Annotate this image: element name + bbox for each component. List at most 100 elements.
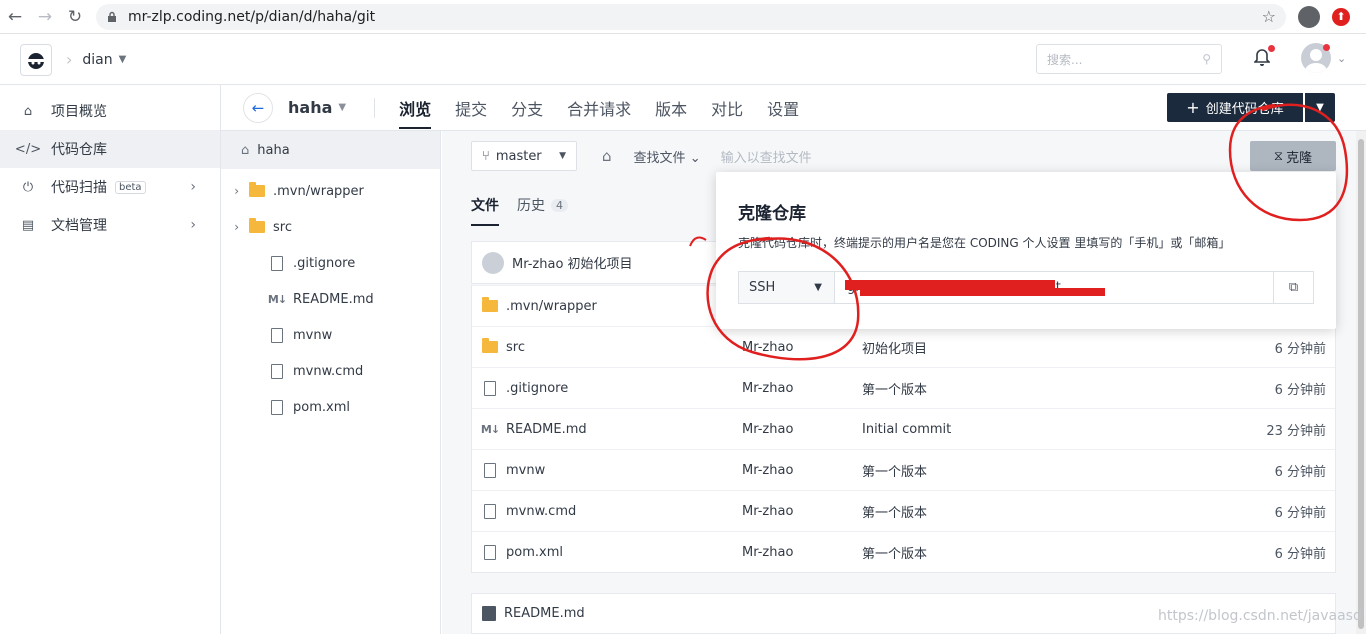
file-tabs: 文件 历史 4 — [471, 195, 568, 226]
lock-icon — [108, 11, 116, 22]
tree-node[interactable]: › src — [221, 209, 440, 245]
table-row[interactable]: mvnw Mr-zhao 第一个版本 6 分钟前 — [472, 449, 1335, 490]
coding-logo[interactable] — [20, 43, 52, 76]
reload-icon[interactable]: ↻ — [60, 2, 90, 32]
file-name[interactable]: pom.xml — [506, 545, 742, 560]
clone-button[interactable]: ⧖ 克隆 — [1250, 141, 1336, 171]
find-file-label: 查找文件 — [633, 150, 686, 166]
file-author: Mr-zhao — [742, 462, 794, 478]
tab-compare[interactable]: 对比 — [711, 85, 743, 131]
clone-label: 克隆 — [1286, 150, 1313, 166]
readme-title: README.md — [504, 606, 585, 621]
address-bar[interactable]: mr-zlp.coding.net/p/dian/d/haha/git ☆ — [96, 3, 1286, 30]
history-count-badge: 4 — [551, 198, 568, 212]
tab-settings[interactable]: 设置 — [767, 85, 799, 131]
clone-url-input[interactable]: git@e.coding.net:mr-zlp/haha.git — [835, 280, 1273, 295]
sidebar-item-overview[interactable]: ⌂ 项目概览 — [0, 92, 220, 130]
chevron-right-icon[interactable]: › — [221, 184, 249, 198]
find-file-input[interactable]: 输入以查找文件 — [721, 147, 812, 166]
create-repo-button[interactable]: + 创建代码仓库 — [1167, 93, 1303, 122]
file-icon — [482, 380, 498, 396]
bookmark-star-icon[interactable]: ☆ — [1262, 7, 1276, 26]
tree-node-label: .mvn/wrapper — [273, 183, 364, 199]
file-commit-message[interactable]: 第一个版本 — [862, 502, 927, 521]
sidebar-item-label: 文档管理 — [51, 218, 107, 234]
file-name[interactable]: mvnw.cmd — [506, 504, 742, 519]
tree-node[interactable]: .gitignore — [221, 245, 440, 281]
chevron-down-icon: ▼ — [118, 54, 127, 65]
forward-arrow-icon[interactable]: → — [30, 2, 60, 32]
table-row[interactable]: mvnw.cmd Mr-zhao 第一个版本 6 分钟前 — [472, 490, 1335, 531]
tree-node[interactable]: pom.xml — [221, 389, 440, 425]
back-button[interactable]: ← — [243, 92, 273, 123]
scrollbar-thumb[interactable] — [1358, 139, 1364, 629]
table-row[interactable]: .gitignore Mr-zhao 第一个版本 6 分钟前 — [472, 367, 1335, 408]
file-name[interactable]: .gitignore — [506, 381, 742, 396]
table-row[interactable]: src Mr-zhao 初始化项目 6 分钟前 — [472, 326, 1335, 367]
sidebar-item-code-scan[interactable]: ⏻ 代码扫描 beta › — [0, 168, 220, 206]
file-commit-message[interactable]: 第一个版本 — [862, 461, 927, 480]
create-dropdown-button[interactable]: ▼ — [1305, 93, 1335, 122]
extension-icon[interactable]: ⬆ — [1332, 7, 1350, 26]
tree-node-label: mvnw.cmd — [293, 363, 364, 379]
file-name[interactable]: src — [506, 340, 742, 355]
bell-icon[interactable] — [1254, 49, 1270, 67]
file-commit-message[interactable]: 第一个版本 — [862, 543, 927, 562]
sidebar-item-docs[interactable]: ▤ 文档管理 › — [0, 206, 220, 244]
tree-node[interactable]: M↓ README.md — [221, 281, 440, 317]
markdown-icon: M↓ — [267, 292, 287, 306]
watermark: https://blog.csdn.net/javaasd — [1158, 608, 1362, 624]
branch-name: master — [495, 148, 542, 164]
file-author: Mr-zhao — [742, 421, 794, 437]
tab-merge-requests[interactable]: 合并请求 — [567, 85, 631, 131]
tab-files[interactable]: 文件 — [471, 195, 499, 226]
tab-commits[interactable]: 提交 — [455, 85, 487, 131]
plus-icon: + — [1186, 98, 1200, 117]
tree-root-label: haha — [257, 142, 290, 158]
branch-select[interactable]: ⑂ master ▼ — [471, 141, 577, 171]
tree-node[interactable]: mvnw.cmd — [221, 353, 440, 389]
file-commit-message[interactable]: Initial commit — [862, 422, 951, 437]
file-commit-message[interactable]: 第一个版本 — [862, 379, 927, 398]
team-name: dian — [82, 51, 113, 68]
clone-popover: 克隆仓库 克隆代码仓库时，终端提示的用户名是您在 CODING 个人设置 里填写… — [716, 172, 1336, 329]
file-icon — [482, 544, 498, 560]
home-icon[interactable]: ⌂ — [602, 147, 612, 165]
table-row[interactable]: pom.xml Mr-zhao 第一个版本 6 分钟前 — [472, 531, 1335, 572]
project-sidebar: ⌂ 项目概览 </> 代码仓库 ⏻ 代码扫描 beta › ▤ 文档管理 › — [0, 85, 221, 634]
caret-down-icon[interactable]: ▼ — [338, 102, 346, 113]
tab-releases[interactable]: 版本 — [655, 85, 687, 131]
repo-tabs: 浏览 提交 分支 合并请求 版本 对比 设置 — [399, 85, 823, 131]
tree-node[interactable]: mvnw — [221, 317, 440, 353]
page-scrollbar[interactable] — [1356, 131, 1366, 634]
find-file-dropdown[interactable]: 查找文件 ⌄ — [634, 147, 701, 166]
file-name[interactable]: README.md — [506, 422, 742, 437]
tab-branches[interactable]: 分支 — [511, 85, 543, 131]
file-name[interactable]: mvnw — [506, 463, 742, 478]
protocol-select[interactable]: SSH ▼ — [739, 272, 835, 303]
file-author: Mr-zhao — [742, 503, 794, 519]
logo-icon — [27, 52, 45, 69]
latest-commit-text[interactable]: Mr-zhao 初始化项目 — [512, 253, 633, 272]
sidebar-item-repository[interactable]: </> 代码仓库 — [0, 130, 220, 168]
tree-node[interactable]: › .mvn/wrapper — [221, 173, 440, 209]
tree-root[interactable]: ⌂ haha — [221, 131, 440, 169]
repo-toolbar: ⑂ master ▼ ⌂ 查找文件 ⌄ 输入以查找文件 — [471, 141, 812, 171]
file-commit-message[interactable]: 初始化项目 — [862, 338, 927, 357]
tab-browse[interactable]: 浏览 — [399, 85, 432, 131]
breadcrumb-separator: › — [66, 50, 73, 69]
back-arrow-icon[interactable]: ← — [0, 2, 30, 32]
repo-name[interactable]: haha — [288, 98, 332, 117]
global-search-input[interactable]: 搜索... ⚲ — [1036, 44, 1222, 74]
browser-profile-icon[interactable] — [1298, 5, 1320, 28]
file-icon — [269, 327, 285, 343]
tab-history[interactable]: 历史 4 — [517, 195, 568, 215]
table-row[interactable]: M↓ README.md Mr-zhao Initial commit 23 分… — [472, 408, 1335, 449]
chevron-down-icon[interactable]: ⌄ — [1337, 52, 1346, 65]
chevron-right-icon[interactable]: › — [221, 220, 249, 234]
tree-node-label: pom.xml — [293, 399, 350, 415]
search-icon: ⚲ — [1202, 52, 1211, 66]
team-switcher[interactable]: dian ▼ — [82, 52, 126, 68]
copy-icon[interactable]: ⧉ — [1273, 272, 1313, 303]
file-name[interactable]: .mvn/wrapper — [506, 299, 742, 314]
